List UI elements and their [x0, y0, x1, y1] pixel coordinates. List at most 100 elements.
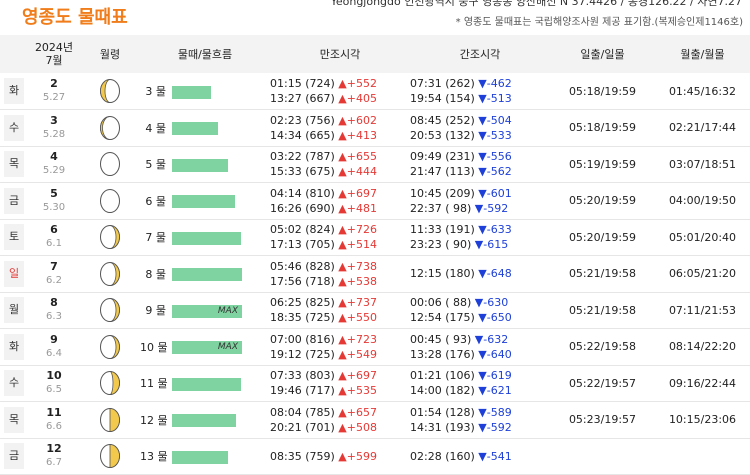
moon-phase-icon: [80, 219, 140, 256]
high-tide-time: 20:21 (701): [270, 420, 335, 434]
header-date: 2024년 7월: [34, 41, 74, 67]
high-tide-time: 18:35 (725): [270, 311, 335, 325]
high-tide-cell: 07:33 (803) ▲+697 19:46 (717) ▲+535: [270, 365, 410, 402]
high-tide-time: 04:14 (810): [270, 186, 335, 200]
table-row: 월 8 6.3 9 물 MAX 06:25 (825) ▲+737 18:35 (725) …: [0, 292, 750, 329]
low-tide-time: 19:54 (154): [410, 92, 475, 105]
tide-flow-bar: [172, 450, 228, 464]
low-tide-diff: ▼-589: [478, 405, 512, 419]
low-tide-diff: ▼-592: [474, 201, 509, 215]
tide-flow-bar: [172, 85, 211, 99]
solar-day: 12: [46, 442, 62, 456]
tide-flow-cell: 4 물: [140, 110, 270, 147]
tide-flow-bar: MAX: [172, 341, 242, 355]
high-tide-cell: 05:46 (828) ▲+738 17:56 (718) ▲+538: [270, 256, 410, 293]
high-tide-cell: 04:14 (810) ▲+697 16:26 (690) ▲+481: [270, 183, 410, 220]
low-tide-time: 12:15 (180): [410, 267, 475, 281]
header-tide-flow: 물때/물흐름: [177, 47, 233, 61]
table-row: 화 9 6.4 10 물 MAX 07:00 (816) ▲+723 19:12 (725)…: [0, 329, 750, 366]
table-row: 금 5 5.30 6 물 04:14 (810) ▲+697 16:26 (690) ▲+…: [0, 183, 750, 220]
table-row: 토 6 6.1 7 물 05:02 (824) ▲+726 17:13 (705) ▲+5…: [0, 219, 750, 256]
tide-flow-label: 13 물: [140, 450, 168, 464]
low-tide-time: 22:37 ( 98): [410, 201, 472, 215]
high-tide-diff: ▲+697: [338, 369, 377, 383]
table-row: 수 10 6.5 11 물 07:33 (803) ▲+697 19:46 (717) ▲…: [0, 365, 750, 402]
low-tide-diff: ▼-601: [478, 186, 512, 200]
tide-flow-cell: 8 물: [140, 256, 270, 293]
table-row: 수 3 5.28 4 물 02:23 (756) ▲+602 14:34 (665) ▲+…: [0, 110, 750, 147]
low-tide-diff: ▼-556: [478, 150, 512, 164]
location-header-cut: Yeongjongdo 인천광역시 중구 영종동 양산배선 N 37.4426 …: [330, 0, 742, 8]
tide-flow-bar: [172, 414, 236, 428]
solar-day: 7: [50, 259, 58, 273]
low-tide-diff: ▼-632: [474, 332, 509, 346]
moon-phase-icon: [80, 183, 140, 220]
high-tide-time: 05:02 (824): [270, 223, 335, 237]
high-tide-diff: ▲+481: [338, 201, 377, 215]
high-tide-diff: ▲+737: [338, 296, 377, 310]
high-tide-time: 02:23 (756): [270, 113, 335, 127]
tide-flow-label: 9 물: [145, 304, 166, 318]
moonrise-moonset: 07:11/21:53: [668, 303, 737, 317]
low-tide-time: 07:31 (262): [410, 77, 475, 90]
weekday-label: 월: [4, 297, 24, 324]
tide-flow-cell: 7 물: [140, 219, 270, 256]
header-moonrise-moonset: 월출/월몰: [680, 47, 725, 61]
high-tide-time: 16:26 (690): [270, 201, 335, 215]
header-sunrise-sunset: 일출/일몰: [580, 47, 625, 61]
sunrise-sunset: 05:20/19:59: [568, 230, 637, 244]
tide-flow-label: 5 물: [145, 158, 166, 172]
high-tide-time: 01:15 (724): [270, 77, 335, 90]
sunrise-sunset: 05:21/19:58: [568, 267, 637, 281]
lunar-date: 6.3: [46, 311, 62, 323]
high-tide-time: 19:12 (725): [270, 347, 335, 361]
tide-flow-cell: 11 물: [140, 365, 270, 402]
weekday-cell: 수: [0, 365, 28, 402]
tide-flow-bar: [172, 158, 228, 172]
moon-phase-icon: [80, 329, 140, 366]
weekday-cell: 화: [0, 329, 28, 366]
date-cell: 4 5.29: [28, 146, 80, 183]
header-low-tide: 간조시각: [459, 47, 501, 61]
date-cell: 3 5.28: [28, 110, 80, 147]
high-tide-cell: 03:22 (787) ▲+655 15:33 (675) ▲+444: [270, 146, 410, 183]
high-tide-diff: ▲+508: [338, 420, 377, 434]
sunrise-sunset: 05:22/19:58: [568, 340, 637, 354]
max-label: MAX: [217, 305, 238, 316]
moon-phase-icon: [80, 438, 140, 475]
high-tide-time: 13:27 (667): [270, 92, 335, 105]
max-label: MAX: [217, 342, 238, 353]
table-header-row: 2024년 7월 월령 물때/물흐름 만조시각 간조시각 일출/일몰 월출/월몰: [0, 35, 750, 73]
high-tide-cell: 05:02 (824) ▲+726 17:13 (705) ▲+514: [270, 219, 410, 256]
lunar-date: 6.1: [46, 238, 62, 250]
sunrise-sunset: 05:21/19:58: [568, 303, 637, 317]
high-tide-diff: ▲+723: [338, 332, 377, 346]
solar-day: 10: [46, 369, 62, 383]
moon-phase-icon: [80, 365, 140, 402]
high-tide-diff: ▲+738: [338, 259, 377, 273]
moonrise-moonset: 05:01/20:40: [668, 230, 737, 244]
solar-day: 5: [50, 186, 58, 200]
tide-flow-bar: [172, 122, 218, 136]
moon-phase-icon: [80, 256, 140, 293]
moonrise-moonset: 06:05/21:20: [668, 267, 737, 281]
table-row: 일 7 6.2 8 물 05:46 (828) ▲+738 17:56 (718) ▲+5…: [0, 256, 750, 293]
high-tide-time: 14:34 (665): [270, 128, 335, 142]
low-tide-diff: ▼-541: [478, 449, 512, 463]
high-tide-diff: ▲+599: [338, 449, 377, 463]
sunrise-sunset: 05:18/19:59: [568, 84, 637, 98]
moon-phase-icon: [80, 292, 140, 329]
weekday-label: 화: [4, 78, 24, 104]
weekday-label: 목: [4, 151, 24, 178]
low-tide-cell: 12:15 (180) ▼-648: [410, 256, 550, 293]
weekday-label: 금: [4, 187, 24, 214]
low-tide-cell: 02:28 (160) ▼-541: [410, 438, 550, 475]
low-tide-cell: 11:33 (191) ▼-633 23:23 ( 90) ▼-615: [410, 219, 550, 256]
solar-day: 2: [50, 77, 58, 90]
date-cell: 10 6.5: [28, 365, 80, 402]
high-tide-diff: ▲+549: [338, 347, 377, 361]
tide-flow-bar: [172, 268, 242, 282]
tide-flow-cell: 13 물: [140, 438, 270, 475]
high-tide-diff: ▲+602: [338, 113, 377, 127]
header-moon-age: 월령: [99, 47, 121, 61]
